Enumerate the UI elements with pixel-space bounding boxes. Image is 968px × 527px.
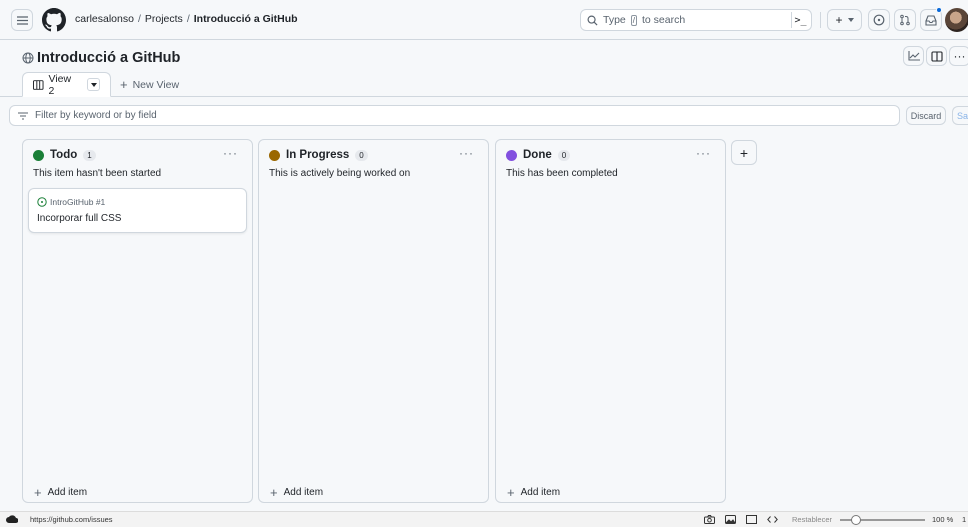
issue-opened-icon <box>37 197 47 207</box>
search-prefix: Type <box>603 14 626 26</box>
column-name: Todo <box>50 149 78 161</box>
issue-opened-icon <box>873 14 885 26</box>
page-title: Introducció a GitHub <box>22 50 180 66</box>
add-item-button[interactable]: + Add item <box>507 485 560 500</box>
status-dot <box>33 149 44 161</box>
discard-button[interactable]: Discard <box>906 106 946 125</box>
avatar[interactable] <box>945 8 968 32</box>
top-navbar: carlesalonso / Projects / Introducció a … <box>0 0 968 40</box>
tab-label: View 2 <box>48 72 72 97</box>
sidebar-icon <box>930 50 943 62</box>
toggle-side-panel-button[interactable] <box>926 46 947 66</box>
breadcrumb-separator: / <box>186 13 190 25</box>
status-dot <box>269 149 280 161</box>
github-logo-icon[interactable] <box>42 8 66 32</box>
add-column-button[interactable]: + <box>731 140 757 165</box>
insights-button[interactable] <box>903 46 924 66</box>
search-icon <box>587 15 598 26</box>
column-menu-button[interactable]: ··· <box>696 146 711 160</box>
column-description: This is actively being worked on <box>269 168 411 179</box>
add-item-button[interactable]: + Add item <box>34 485 87 500</box>
column-count-badge: 1 <box>83 149 96 161</box>
view-options-button[interactable] <box>87 78 100 91</box>
breadcrumb: carlesalonso / Projects / Introducció a … <box>75 13 298 25</box>
issues-button[interactable] <box>868 9 890 31</box>
card-title[interactable]: Incorporar full CSS <box>37 213 121 224</box>
pull-requests-button[interactable] <box>894 9 916 31</box>
breadcrumb-projects-link[interactable]: Projects <box>145 13 183 25</box>
search-suffix: to search <box>642 14 686 26</box>
plus-icon: + <box>120 77 128 92</box>
tab-view-2[interactable]: View 2 <box>22 72 111 97</box>
column-menu-button[interactable]: ··· <box>459 146 474 160</box>
camera-icon[interactable] <box>704 514 715 525</box>
notification-dot <box>936 7 942 13</box>
filter-icon <box>18 111 28 120</box>
save-button[interactable]: Save <box>952 106 968 125</box>
plus-icon: + <box>739 144 749 161</box>
code-icon[interactable] <box>767 514 778 525</box>
reset-zoom-button[interactable]: Restablecer <box>792 515 832 524</box>
column-menu-button[interactable]: ··· <box>223 146 238 160</box>
plus-icon: + <box>270 485 278 500</box>
image-icon[interactable] <box>725 514 736 525</box>
window-icon[interactable] <box>746 514 757 525</box>
more-options-button[interactable]: ··· <box>949 46 968 66</box>
card-ref-text: IntroGitHub #1 <box>50 197 106 207</box>
kebab-icon: ··· <box>953 49 966 63</box>
plus-icon: + <box>34 485 42 500</box>
filter-input[interactable]: Filter by keyword or by field <box>9 105 900 126</box>
globe-icon <box>22 52 34 64</box>
project-title-text: Introducció a GitHub <box>37 50 181 66</box>
triangle-down-icon <box>90 82 97 87</box>
chevron-down-icon <box>847 18 854 22</box>
add-item-button[interactable]: + Add item <box>270 485 323 500</box>
status-url: https://github.com/issues <box>30 515 113 524</box>
board-column-in-progress: In Progress 0 ··· This is actively being… <box>258 139 489 503</box>
pull-request-icon <box>900 14 910 26</box>
search-shortcut-key: / <box>630 14 637 26</box>
new-view-button[interactable]: + New View <box>110 72 189 97</box>
zoom-slider-handle[interactable] <box>851 515 861 525</box>
create-new-button[interactable]: + <box>827 9 862 31</box>
new-view-label: New View <box>132 78 180 91</box>
divider <box>820 12 821 28</box>
column-description: This has been completed <box>506 168 618 179</box>
hamburger-menu-button[interactable] <box>11 9 33 31</box>
column-name: Done <box>523 149 552 161</box>
plus-icon: + <box>835 13 843 27</box>
add-item-label: Add item <box>520 487 561 498</box>
zoom-slider[interactable] <box>840 515 925 525</box>
board-column-todo: Todo 1 ··· This item hasn't been started… <box>22 139 253 503</box>
status-edge-text: 1 <box>962 515 967 524</box>
column-header: Todo 1 <box>33 149 96 161</box>
inbox-icon <box>925 14 937 26</box>
board-icon <box>33 79 44 90</box>
status-dot <box>506 149 517 161</box>
column-header: Done 0 <box>506 149 571 161</box>
add-item-label: Add item <box>47 487 88 498</box>
board-column-done: Done 0 ··· This has been completed + Add… <box>495 139 726 503</box>
zoom-level: 100 % <box>932 515 954 524</box>
column-header: In Progress 0 <box>269 149 368 161</box>
column-name: In Progress <box>286 149 350 161</box>
card-reference: IntroGitHub #1 <box>37 197 105 207</box>
column-description: This item hasn't been started <box>33 168 162 179</box>
breadcrumb-user-link[interactable]: carlesalonso <box>75 13 134 25</box>
filter-placeholder: Filter by keyword or by field <box>35 110 157 121</box>
save-label: Save <box>957 110 968 121</box>
breadcrumb-current-project[interactable]: Introducció a GitHub <box>194 13 298 25</box>
plus-icon: + <box>507 485 515 500</box>
command-palette-button[interactable]: >_ <box>791 12 809 28</box>
breadcrumb-separator: / <box>137 13 141 25</box>
browser-status-bar: https://github.com/issues Restablecer 10… <box>0 511 968 527</box>
cloud-icon <box>6 515 18 523</box>
search-input[interactable]: Type / to search >_ <box>580 9 812 31</box>
add-item-label: Add item <box>283 487 324 498</box>
hamburger-icon <box>16 15 28 25</box>
graph-icon <box>907 51 920 61</box>
column-count-badge: 0 <box>557 149 571 161</box>
column-count-badge: 0 <box>355 149 368 161</box>
item-card[interactable]: IntroGitHub #1 Incorporar full CSS <box>28 188 247 233</box>
